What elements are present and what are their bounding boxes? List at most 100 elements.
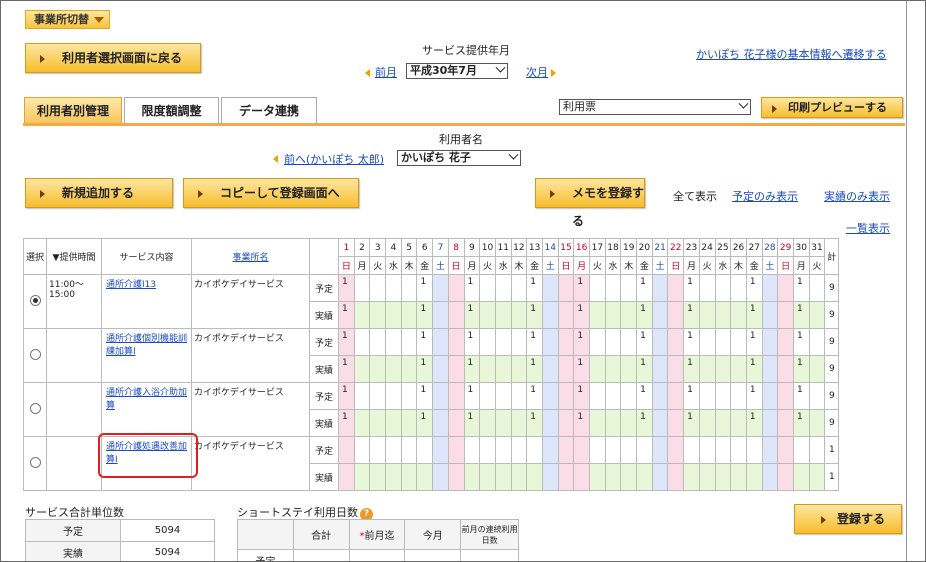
day-cell[interactable]: 1 xyxy=(338,301,355,329)
day-cell[interactable] xyxy=(667,463,685,491)
day-cell[interactable] xyxy=(510,436,528,464)
day-cell[interactable] xyxy=(714,463,732,491)
day-cell[interactable] xyxy=(432,409,449,437)
user-select[interactable]: かいぽち 花子 xyxy=(397,149,521,166)
day-cell[interactable] xyxy=(808,436,826,464)
day-cell[interactable] xyxy=(651,463,669,491)
day-cell[interactable] xyxy=(698,355,716,383)
day-cell[interactable] xyxy=(777,409,794,437)
day-cell[interactable] xyxy=(714,355,732,383)
day-cell[interactable] xyxy=(447,463,465,491)
day-cell[interactable] xyxy=(714,382,732,410)
day-cell[interactable]: 1 xyxy=(338,328,355,356)
day-cell[interactable] xyxy=(494,274,512,302)
day-cell[interactable] xyxy=(730,409,747,437)
day-cell[interactable] xyxy=(651,328,669,356)
day-cell[interactable] xyxy=(761,409,779,437)
day-cell[interactable] xyxy=(808,274,826,302)
day-cell[interactable] xyxy=(494,436,512,464)
day-cell[interactable]: 1 xyxy=(792,274,810,302)
day-cell[interactable] xyxy=(510,382,528,410)
day-cell[interactable] xyxy=(447,409,465,437)
day-cell[interactable] xyxy=(667,301,685,329)
day-cell[interactable] xyxy=(400,382,418,410)
day-cell[interactable] xyxy=(761,355,779,383)
day-cell[interactable] xyxy=(510,463,528,491)
day-cell[interactable] xyxy=(589,463,606,491)
day-cell[interactable] xyxy=(683,463,700,491)
row-service[interactable]: 通所介護入浴介助加算 xyxy=(101,382,192,437)
day-cell[interactable] xyxy=(541,463,559,491)
day-cell[interactable] xyxy=(432,301,449,329)
day-cell[interactable] xyxy=(604,436,622,464)
day-cell[interactable] xyxy=(369,382,387,410)
day-cell[interactable] xyxy=(730,301,747,329)
day-cell[interactable]: 1 xyxy=(745,274,763,302)
day-cell[interactable] xyxy=(353,436,371,464)
day-cell[interactable] xyxy=(557,328,575,356)
day-cell[interactable]: 1 xyxy=(745,328,763,356)
day-cell[interactable] xyxy=(730,382,747,410)
day-cell[interactable] xyxy=(353,382,371,410)
copy-register-button[interactable]: コピーして登録画面へ xyxy=(183,178,359,208)
tab-user-management[interactable]: 利用者別管理 xyxy=(24,97,122,124)
day-cell[interactable]: 1 xyxy=(526,355,543,383)
day-cell[interactable] xyxy=(479,409,496,437)
day-cell[interactable] xyxy=(416,436,434,464)
day-cell[interactable]: 1 xyxy=(792,301,810,329)
day-cell[interactable] xyxy=(447,355,465,383)
next-month-link[interactable]: 次月 xyxy=(526,64,548,80)
day-cell[interactable] xyxy=(479,436,496,464)
day-cell[interactable] xyxy=(432,328,449,356)
day-cell[interactable] xyxy=(730,274,747,302)
day-cell[interactable] xyxy=(730,355,747,383)
day-cell[interactable] xyxy=(604,355,622,383)
day-cell[interactable] xyxy=(400,463,418,491)
day-cell[interactable] xyxy=(353,355,371,383)
day-cell[interactable] xyxy=(651,382,669,410)
day-cell[interactable] xyxy=(338,436,355,464)
day-cell[interactable]: 1 xyxy=(745,355,763,383)
day-cell[interactable] xyxy=(369,274,387,302)
day-cell[interactable] xyxy=(730,463,747,491)
day-cell[interactable] xyxy=(432,355,449,383)
day-cell[interactable]: 1 xyxy=(573,355,590,383)
day-cell[interactable] xyxy=(463,436,481,464)
day-cell[interactable]: 1 xyxy=(338,355,355,383)
day-cell[interactable] xyxy=(573,436,590,464)
day-cell[interactable] xyxy=(557,409,575,437)
day-cell[interactable] xyxy=(416,463,434,491)
day-cell[interactable] xyxy=(541,301,559,329)
day-cell[interactable] xyxy=(589,382,606,410)
day-cell[interactable] xyxy=(510,409,528,437)
day-cell[interactable]: 1 xyxy=(636,328,653,356)
day-cell[interactable] xyxy=(557,274,575,302)
day-cell[interactable] xyxy=(557,355,575,383)
day-cell[interactable] xyxy=(541,382,559,410)
day-cell[interactable]: 1 xyxy=(526,382,543,410)
row-select[interactable] xyxy=(23,382,47,437)
day-cell[interactable] xyxy=(432,382,449,410)
day-cell[interactable]: 1 xyxy=(416,409,434,437)
day-cell[interactable] xyxy=(698,274,716,302)
day-cell[interactable]: 1 xyxy=(745,301,763,329)
day-cell[interactable]: 1 xyxy=(416,328,434,356)
col-office-link[interactable]: 事業所名 xyxy=(232,253,268,263)
day-cell[interactable] xyxy=(651,355,669,383)
day-cell[interactable] xyxy=(792,463,810,491)
day-cell[interactable] xyxy=(761,382,779,410)
day-cell[interactable] xyxy=(573,463,590,491)
day-cell[interactable] xyxy=(651,301,669,329)
day-cell[interactable]: 1 xyxy=(792,409,810,437)
day-cell[interactable] xyxy=(479,382,496,410)
day-cell[interactable]: 1 xyxy=(683,328,700,356)
day-cell[interactable]: 1 xyxy=(463,328,481,356)
day-cell[interactable]: 1 xyxy=(792,328,810,356)
day-cell[interactable] xyxy=(745,463,763,491)
day-cell[interactable] xyxy=(620,274,638,302)
service-link[interactable]: 通所介護入浴介助加算 xyxy=(106,388,187,411)
day-cell[interactable] xyxy=(604,382,622,410)
day-cell[interactable] xyxy=(479,463,496,491)
col-time[interactable]: ▼提供時間 xyxy=(46,238,102,275)
day-cell[interactable] xyxy=(400,328,418,356)
